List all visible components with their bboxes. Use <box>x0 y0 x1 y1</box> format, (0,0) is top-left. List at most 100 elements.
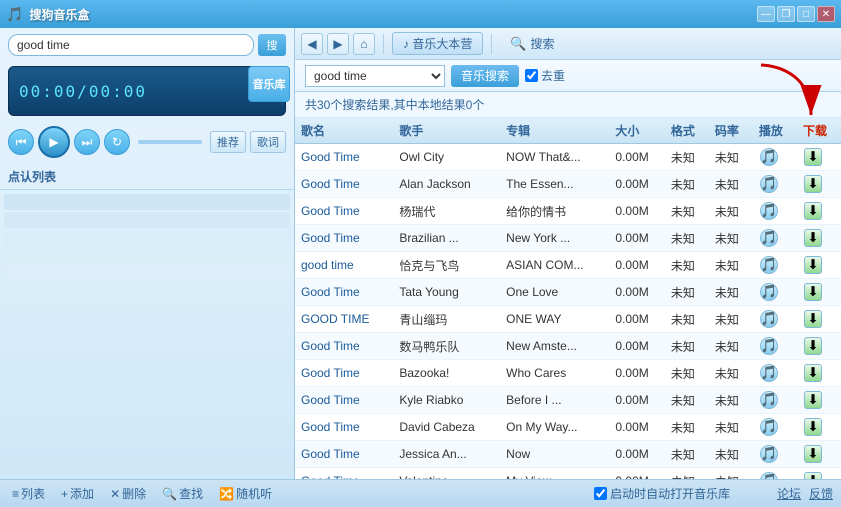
back-button[interactable]: ◀ <box>301 33 323 55</box>
play-cell[interactable]: 🎵 <box>753 144 797 171</box>
play-button[interactable]: ▶ <box>38 126 70 158</box>
download-cell[interactable]: ⬇ <box>797 306 841 333</box>
song-artist: Tata Young <box>393 279 500 306</box>
table-row[interactable]: GOOD TIME 青山缁玛 ONE WAY 0.00M 未知 未知 🎵 ⬇ <box>295 306 841 333</box>
play-song-button[interactable]: 🎵 <box>760 310 778 328</box>
dedup-checkbox[interactable] <box>525 69 538 82</box>
play-cell[interactable]: 🎵 <box>753 414 797 441</box>
shuffle-button[interactable]: 🔀 随机听 <box>215 483 276 504</box>
play-cell[interactable]: 🎵 <box>753 225 797 252</box>
play-cell[interactable]: 🎵 <box>753 441 797 468</box>
close-button[interactable]: ✕ <box>817 6 835 22</box>
find-button[interactable]: 🔍 查找 <box>158 483 207 504</box>
list-button[interactable]: ≡ 列表 <box>8 483 49 504</box>
next-button[interactable]: ⏭ <box>74 129 100 155</box>
play-cell[interactable]: 🎵 <box>753 252 797 279</box>
play-cell[interactable]: 🎵 <box>753 333 797 360</box>
table-row[interactable]: Good Time Brazilian ... New York ... 0.0… <box>295 225 841 252</box>
table-row[interactable]: Good Time 数马鸭乐队 New Amste... 0.00M 未知 未知… <box>295 333 841 360</box>
download-song-button[interactable]: ⬇ <box>804 391 822 409</box>
download-song-button[interactable]: ⬇ <box>804 229 822 247</box>
delete-button[interactable]: ✕ 删除 <box>106 483 150 504</box>
search-select[interactable]: good time <box>305 65 445 87</box>
table-row[interactable]: good time 恰克与飞鸟 ASIAN COM... 0.00M 未知 未知… <box>295 252 841 279</box>
download-cell[interactable]: ⬇ <box>797 333 841 360</box>
play-song-button[interactable]: 🎵 <box>760 148 778 166</box>
table-row[interactable]: Good Time Owl City NOW That&... 0.00M 未知… <box>295 144 841 171</box>
restore-button[interactable]: ❐ <box>777 6 795 22</box>
table-row[interactable]: Good Time Bazooka! Who Cares 0.00M 未知 未知… <box>295 360 841 387</box>
download-cell[interactable]: ⬇ <box>797 171 841 198</box>
left-search-input[interactable] <box>8 34 254 56</box>
play-song-button[interactable]: 🎵 <box>760 445 778 463</box>
download-song-button[interactable]: ⬇ <box>804 337 822 355</box>
song-format: 未知 <box>665 387 709 414</box>
add-button[interactable]: + 添加 <box>57 483 98 504</box>
play-song-button[interactable]: 🎵 <box>760 337 778 355</box>
download-cell[interactable]: ⬇ <box>797 252 841 279</box>
download-song-button[interactable]: ⬇ <box>804 175 822 193</box>
play-cell[interactable]: 🎵 <box>753 198 797 225</box>
left-search-button[interactable]: 搜 <box>258 34 286 56</box>
maximize-button[interactable]: □ <box>797 6 815 22</box>
download-cell[interactable]: ⬇ <box>797 144 841 171</box>
download-song-button[interactable]: ⬇ <box>804 283 822 301</box>
play-cell[interactable]: 🎵 <box>753 360 797 387</box>
library-button[interactable]: 音乐库 <box>248 66 290 102</box>
download-cell[interactable]: ⬇ <box>797 360 841 387</box>
refresh-button[interactable]: ↻ <box>104 129 130 155</box>
volume-slider[interactable] <box>138 140 202 144</box>
music-search-button[interactable]: 音乐搜索 <box>451 65 519 87</box>
table-row[interactable]: Good Time Jessica An... Now 0.00M 未知 未知 … <box>295 441 841 468</box>
play-cell[interactable]: 🎵 <box>753 171 797 198</box>
song-format: 未知 <box>665 144 709 171</box>
table-row[interactable]: Good Time Tata Young One Love 0.00M 未知 未… <box>295 279 841 306</box>
table-row[interactable]: Good Time Alan Jackson The Essen... 0.00… <box>295 171 841 198</box>
download-song-button[interactable]: ⬇ <box>804 418 822 436</box>
download-cell[interactable]: ⬇ <box>797 279 841 306</box>
song-format: 未知 <box>665 360 709 387</box>
forum-link[interactable]: 论坛 <box>777 485 801 502</box>
table-row[interactable]: Good Time Kyle Riabko Before I ... 0.00M… <box>295 387 841 414</box>
download-cell[interactable]: ⬇ <box>797 414 841 441</box>
song-name: Good Time <box>295 360 393 387</box>
song-artist: 青山缁玛 <box>393 306 500 333</box>
camp-button[interactable]: ♪ 音乐大本营 <box>392 32 483 55</box>
play-song-button[interactable]: 🎵 <box>760 418 778 436</box>
feedback-link[interactable]: 反馈 <box>809 485 833 502</box>
recommend-button[interactable]: 推荐 <box>210 131 246 153</box>
play-song-button[interactable]: 🎵 <box>760 229 778 247</box>
song-artist: David Cabeza <box>393 414 500 441</box>
download-cell[interactable]: ⬇ <box>797 441 841 468</box>
download-song-button[interactable]: ⬇ <box>804 202 822 220</box>
table-row[interactable]: Good Time 杨瑞代 给你的情书 0.00M 未知 未知 🎵 ⬇ <box>295 198 841 225</box>
play-cell[interactable]: 🎵 <box>753 387 797 414</box>
lyrics-button[interactable]: 歌词 <box>250 131 286 153</box>
results-table-container[interactable]: 歌名 歌手 专辑 大小 格式 码率 播放 下载 Good Time Owl Ci… <box>295 118 841 507</box>
play-song-button[interactable]: 🎵 <box>760 391 778 409</box>
download-cell[interactable]: ⬇ <box>797 225 841 252</box>
download-song-button[interactable]: ⬇ <box>804 148 822 166</box>
play-song-button[interactable]: 🎵 <box>760 283 778 301</box>
play-song-button[interactable]: 🎵 <box>760 175 778 193</box>
play-song-button[interactable]: 🎵 <box>760 202 778 220</box>
prev-button[interactable]: ⏮ <box>8 129 34 155</box>
download-song-button[interactable]: ⬇ <box>804 310 822 328</box>
forward-button[interactable]: ▶ <box>327 33 349 55</box>
minimize-button[interactable]: — <box>757 6 775 22</box>
download-song-button[interactable]: ⬇ <box>804 256 822 274</box>
download-cell[interactable]: ⬇ <box>797 198 841 225</box>
download-song-button[interactable]: ⬇ <box>804 364 822 382</box>
song-name: Good Time <box>295 198 393 225</box>
download-cell[interactable]: ⬇ <box>797 387 841 414</box>
song-name: good time <box>295 252 393 279</box>
play-cell[interactable]: 🎵 <box>753 279 797 306</box>
startup-checkbox[interactable] <box>594 487 607 500</box>
song-bitrate: 未知 <box>709 333 753 360</box>
play-cell[interactable]: 🎵 <box>753 306 797 333</box>
play-song-button[interactable]: 🎵 <box>760 364 778 382</box>
home-button[interactable]: ⌂ <box>353 33 375 55</box>
download-song-button[interactable]: ⬇ <box>804 445 822 463</box>
play-song-button[interactable]: 🎵 <box>760 256 778 274</box>
table-row[interactable]: Good Time David Cabeza On My Way... 0.00… <box>295 414 841 441</box>
